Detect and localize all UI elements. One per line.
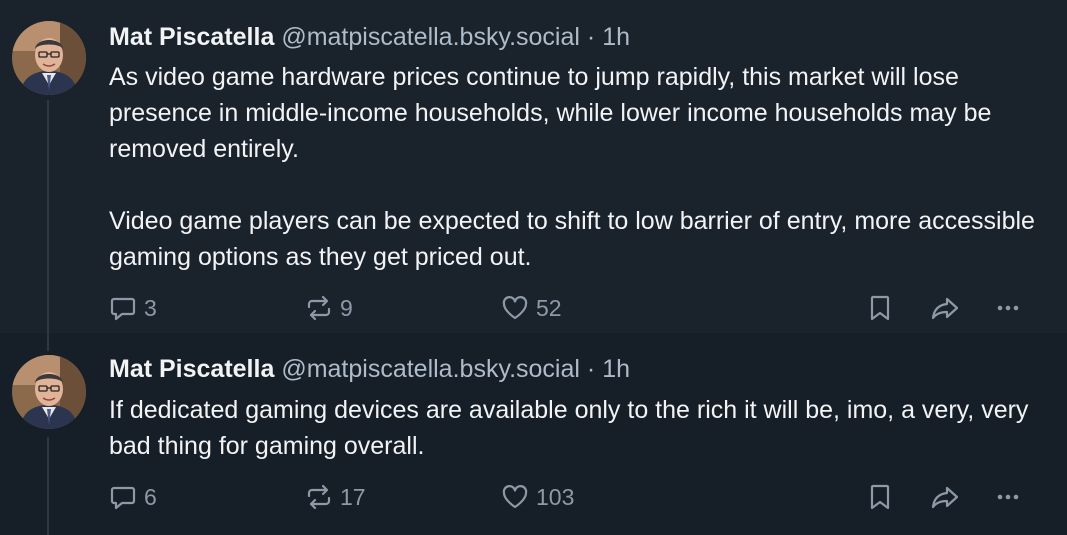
reply-count: 6 [144,483,157,510]
repost-button[interactable]: 17 [304,477,366,517]
more-icon [993,293,1023,323]
reply-icon [108,293,138,323]
avatar[interactable] [12,21,86,95]
bookmark-button[interactable] [866,288,894,328]
reply-button[interactable]: 3 [108,288,157,328]
post-text: As video game hardware prices continue t… [109,59,1049,275]
post-paragraph: Video game players can be expected to sh… [109,207,1035,271]
more-icon [993,482,1023,512]
repost-count: 17 [340,483,366,510]
timestamp[interactable]: 1h [602,355,630,383]
bookmark-icon [866,293,894,323]
author-name[interactable]: Mat Piscatella [109,355,274,383]
author-handle[interactable]: @matpiscatella.bsky.social [281,355,580,383]
post-header: Mat Piscatella @matpiscatella.bsky.socia… [109,22,630,52]
share-icon [929,293,961,323]
separator: · [586,355,596,383]
post-paragraph: As video game hardware prices continue t… [109,63,992,163]
author-handle[interactable]: @matpiscatella.bsky.social [281,23,580,51]
share-button[interactable] [929,477,961,517]
reply-icon [108,482,138,512]
repost-icon [304,293,334,323]
repost-count: 9 [340,294,353,321]
reply-button[interactable]: 6 [108,477,157,517]
like-button[interactable]: 52 [500,288,562,328]
separator: · [586,23,596,51]
repost-icon [304,482,334,512]
post[interactable]: Mat Piscatella @matpiscatella.bsky.socia… [0,0,1067,333]
post-paragraph: If dedicated gaming devices are availabl… [109,396,1029,460]
thread-line [47,333,49,351]
like-button[interactable]: 103 [500,477,574,517]
share-button[interactable] [929,288,961,328]
share-icon [929,482,961,512]
avatar[interactable] [12,355,86,429]
reply-count: 3 [144,294,157,321]
post-actions: 3 9 52 [0,288,1067,328]
more-options-button[interactable] [993,288,1023,328]
like-icon [500,293,530,323]
bookmark-icon [866,482,894,512]
like-icon [500,482,530,512]
post-actions: 6 17 103 [0,477,1067,517]
author-name[interactable]: Mat Piscatella [109,23,274,51]
post-header: Mat Piscatella @matpiscatella.bsky.socia… [109,354,630,384]
like-count: 103 [536,483,575,510]
post[interactable]: Mat Piscatella @matpiscatella.bsky.socia… [0,333,1067,535]
post-text: If dedicated gaming devices are availabl… [109,392,1049,464]
timestamp[interactable]: 1h [602,23,630,51]
like-count: 52 [536,294,562,321]
more-options-button[interactable] [993,477,1023,517]
repost-button[interactable]: 9 [304,288,353,328]
thread-feed: Mat Piscatella @matpiscatella.bsky.socia… [0,0,1067,535]
bookmark-button[interactable] [866,477,894,517]
